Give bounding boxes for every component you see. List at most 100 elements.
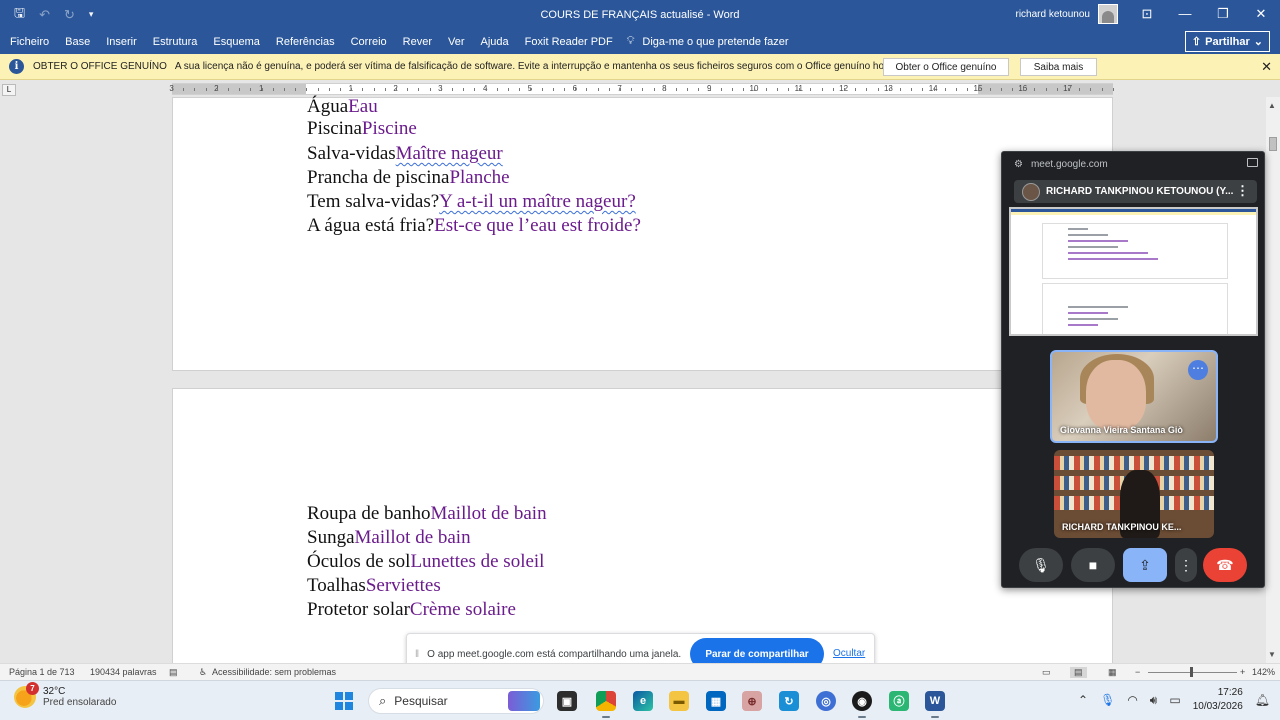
tab-file[interactable]: Ficheiro [0, 36, 57, 48]
clock[interactable]: 17:26 10/03/2026 [1193, 686, 1243, 714]
vocab-line[interactable]: ToalhasServiettes [307, 574, 441, 598]
word-icon[interactable]: W [925, 691, 945, 718]
scroll-down-icon[interactable]: ▼ [1268, 650, 1276, 659]
app-icon[interactable]: ⊕ [742, 691, 762, 711]
save-icon[interactable]: 🖫 [14, 4, 25, 26]
vocab-line[interactable]: SungaMaillot de bain [307, 526, 471, 550]
document-page[interactable]: Roupa de banhoMaillot de bain SungaMaill… [172, 388, 1113, 668]
vertical-scrollbar[interactable]: ▲ ▼ [1266, 97, 1280, 663]
tab-insert[interactable]: Inserir [98, 36, 145, 48]
more-options-icon[interactable]: ⋮ [1236, 183, 1249, 199]
participant-tile[interactable]: RICHARD TANKPINOU KE... [1054, 450, 1214, 538]
chrome-icon[interactable] [596, 691, 616, 718]
ribbon-display-icon[interactable]: ⊡ [1128, 0, 1166, 29]
tab-foxit[interactable]: Foxit Reader PDF [517, 36, 621, 48]
ruler-tick [228, 88, 229, 91]
participant-tile[interactable]: ⋯ Giovanna Vieira Santana Giò [1050, 350, 1218, 443]
wifi-icon[interactable]: ◠ [1127, 693, 1137, 707]
meet-picture-in-picture[interactable]: ⚙︎ meet.google.com RICHARD TANKPINOU KET… [1001, 151, 1265, 588]
redo-icon[interactable]: ↻ [64, 7, 75, 23]
share-button[interactable]: ⇧ Partilhar ⌄ [1184, 31, 1270, 52]
file-explorer-icon[interactable]: ▬ [669, 691, 689, 711]
ruler-tick [664, 88, 666, 91]
vocab-line[interactable]: Roupa de banhoMaillot de bain [307, 502, 547, 526]
store-icon[interactable]: ▦ [706, 691, 726, 711]
weather-widget[interactable]: 7 32°C Pred ensolarado [14, 682, 116, 708]
accessibility-status[interactable]: Acessibilidade: sem problemas [212, 667, 336, 677]
back-to-tab-icon[interactable] [1247, 158, 1258, 167]
drag-handle-icon[interactable]: ‖ [415, 649, 419, 660]
read-mode-icon[interactable]: ▭ [1042, 667, 1051, 678]
accessibility-icon[interactable]: ♿︎ [199, 667, 207, 678]
app-green-icon[interactable]: ⓐ [889, 691, 909, 711]
chrome-dev-icon[interactable]: ◉ [852, 691, 872, 718]
tab-help[interactable]: Ajuda [473, 36, 517, 48]
tab-review[interactable]: Rever [395, 36, 440, 48]
customize-icon[interactable]: ▾ [89, 9, 94, 20]
chevron-up-icon[interactable]: ⌃ [1078, 693, 1088, 707]
maximize-icon[interactable]: ❐ [1204, 0, 1242, 29]
vocab-line[interactable]: Óculos de solLunettes de soleil [307, 550, 544, 574]
document-page[interactable]: ÁguaEau PiscinaPiscine Salva-vidasMaître… [172, 95, 1113, 371]
undo-icon[interactable]: ↶ [39, 7, 50, 23]
vocab-line[interactable]: Protetor solarCrème solaire [307, 598, 516, 622]
tell-me-box[interactable]: 💡︎ Diga-me o que pretende fazer [627, 35, 789, 48]
zoom-out-icon[interactable]: − [1135, 667, 1140, 677]
widget-icon[interactable] [508, 691, 540, 711]
tab-references[interactable]: Referências [268, 36, 343, 48]
horizontal-ruler[interactable]: 3211234567891011121314151617 [169, 83, 1114, 95]
portuguese-text: Protetor solar [307, 599, 410, 620]
tab-design[interactable]: Estrutura [145, 36, 206, 48]
tab-home[interactable]: Base [57, 36, 98, 48]
account[interactable]: richard ketounou [1016, 4, 1118, 24]
zoom-in-icon[interactable]: + [1240, 667, 1245, 677]
battery-icon[interactable]: ▭ [1169, 693, 1180, 707]
microphone-icon[interactable]: 🎙︎ [1019, 548, 1063, 582]
zoom-level[interactable]: 142% [1252, 667, 1275, 677]
get-genuine-office-button[interactable]: Obter o Office genuíno [883, 58, 1009, 76]
presenter-bar[interactable]: RICHARD TANKPINOU KETOUNOU (Y... ⋮ [1014, 180, 1257, 203]
tab-view[interactable]: Ver [440, 36, 473, 48]
avatar[interactable] [1098, 4, 1118, 24]
tab-mailings[interactable]: Correio [343, 36, 395, 48]
tab-layout[interactable]: Esquema [205, 36, 267, 48]
vocab-line[interactable]: Tem salva-vidas?Y a-t-il un maître nageu… [307, 190, 636, 214]
portuguese-text: Água [307, 96, 349, 117]
scroll-thumb[interactable] [1269, 137, 1277, 151]
close-icon[interactable]: ✕ [1242, 0, 1280, 29]
sync-app-icon[interactable]: ↻ [779, 691, 799, 711]
notifications-icon[interactable]: 🔔︎ [1255, 693, 1270, 707]
site-settings-icon[interactable]: ⚙︎ [1014, 159, 1023, 170]
vocab-line[interactable]: Prancha de piscinaPlanche [307, 166, 510, 190]
ruler-tick [754, 88, 756, 91]
start-icon[interactable] [335, 692, 353, 710]
scroll-up-icon[interactable]: ▲ [1268, 101, 1276, 110]
present-icon[interactable]: ⇪ [1123, 548, 1167, 582]
more-icon[interactable]: ⋮ [1175, 548, 1197, 582]
page-count[interactable]: Página 1 de 713 [9, 667, 75, 677]
microphone-icon[interactable]: 🎙︎ [1100, 693, 1115, 707]
proofing-icon[interactable]: ▤ [169, 667, 178, 678]
volume-icon[interactable]: 🔊︎ [1150, 693, 1158, 708]
web-layout-icon[interactable]: ▦ [1108, 667, 1117, 678]
portuguese-text: Piscina [307, 118, 362, 139]
vocab-line[interactable]: PiscinaPiscine [307, 117, 417, 141]
print-layout-icon[interactable]: ▤ [1070, 667, 1087, 678]
learn-more-button[interactable]: Saiba mais [1020, 58, 1097, 76]
hang-up-icon[interactable]: ☎︎ [1203, 548, 1247, 582]
task-view-icon[interactable]: ▣ [557, 691, 577, 711]
vocab-line[interactable]: Salva-vidasMaître nageur [307, 142, 503, 166]
tab-selector[interactable]: L [2, 84, 16, 96]
zoom-slider-thumb[interactable] [1190, 667, 1193, 677]
chrome-profile-icon[interactable]: ◎ [816, 691, 836, 711]
more-options-icon[interactable]: ⋯ [1188, 360, 1208, 380]
hide-link[interactable]: Ocultar [833, 648, 865, 659]
edge-icon[interactable]: e [633, 691, 653, 711]
ruler-tick [1079, 88, 1081, 91]
word-count[interactable]: 190434 palavras [90, 667, 157, 677]
minimize-icon[interactable]: — [1166, 0, 1204, 29]
vocab-line[interactable]: A água está fria?Est-ce que l’eau est fr… [307, 214, 641, 238]
camera-icon[interactable]: ■ [1071, 548, 1115, 582]
close-icon[interactable]: ✕ [1261, 59, 1272, 75]
vocab-line[interactable]: ÁguaEau [307, 95, 378, 119]
